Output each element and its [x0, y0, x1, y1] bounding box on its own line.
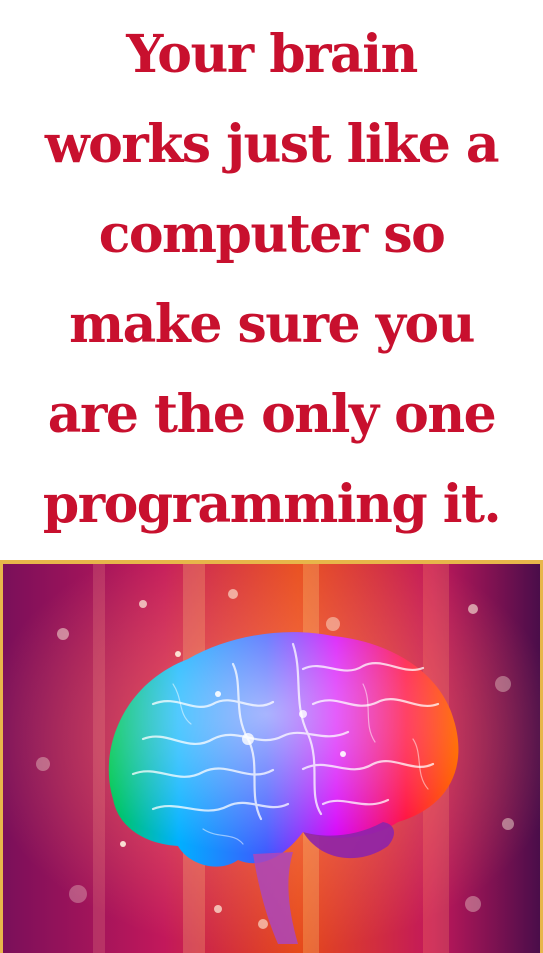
quote-line-4: make sure you [69, 294, 475, 355]
quote-line-3: computer so [98, 204, 446, 265]
brain-illustration [3, 564, 540, 953]
quote-line-2: works just like a [44, 114, 500, 175]
quote-line-5: are the only one [47, 384, 497, 445]
rainbow-brain-icon [3, 564, 540, 953]
quote-line-1: Your brain [126, 24, 418, 85]
quote-line-6: programming it. [42, 474, 502, 535]
quote-block: Your brain works just like a computer so… [0, 0, 543, 560]
